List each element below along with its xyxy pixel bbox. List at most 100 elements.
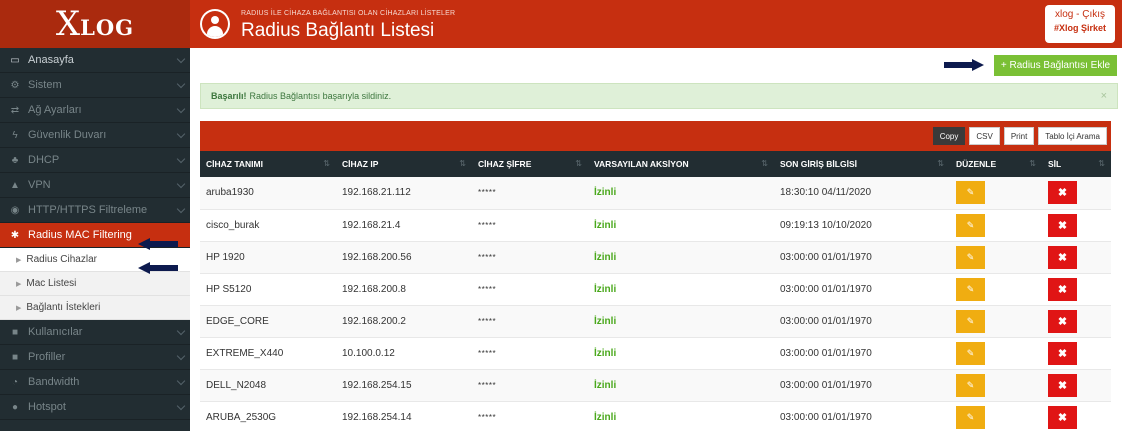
sidebar-item[interactable]: ◉ HTTP/HTTPS Filtreleme bbox=[0, 198, 190, 223]
column-header[interactable]: DÜZENLE ⇅ bbox=[950, 151, 1042, 177]
edit-icon[interactable]: ✎ bbox=[956, 277, 985, 301]
column-header[interactable]: CİHAZ ŞİFRE ⇅ bbox=[472, 151, 588, 177]
sidebar-item[interactable]: ● Hotspot bbox=[0, 395, 190, 420]
logout-link[interactable]: Çıkış bbox=[1082, 9, 1105, 20]
edit-icon[interactable]: ✎ bbox=[956, 341, 985, 365]
delete-icon[interactable]: ✖ bbox=[1048, 277, 1077, 301]
sidebar-subitem[interactable]: ▶ Bağlantı İstekleri bbox=[0, 296, 190, 320]
arrow-radius-mac bbox=[138, 238, 178, 250]
column-header-label: VARSAYILAN AKSİYON bbox=[594, 159, 689, 169]
edit-icon[interactable]: ✎ bbox=[956, 309, 985, 333]
table-tools: Copy CSV Print Tablo İçi Arama bbox=[929, 127, 1107, 145]
sidebar-subitem[interactable]: ▶ Mac Listesi bbox=[0, 272, 190, 296]
sort-icon[interactable]: ⇅ bbox=[937, 159, 944, 168]
sidebar-item-label: Kullanıcılar bbox=[28, 326, 83, 338]
logo-mark: X bbox=[55, 4, 81, 44]
sort-icon[interactable]: ⇅ bbox=[761, 159, 768, 168]
sidebar-item[interactable]: ■ Profiller bbox=[0, 345, 190, 370]
sort-icon[interactable]: ⇅ bbox=[575, 159, 582, 168]
chevron-down-icon bbox=[176, 129, 186, 139]
globe-icon: ● bbox=[11, 401, 19, 413]
sidebar-item-label: HTTP/HTTPS Filtreleme bbox=[28, 204, 148, 216]
edit-icon[interactable]: ✎ bbox=[956, 245, 985, 269]
edit-icon[interactable]: ✎ bbox=[956, 373, 985, 397]
cell-last-login: 03:00:00 01/01/1970 bbox=[780, 315, 872, 327]
radius-table: CİHAZ TANIMI ⇅ CİHAZ IP ⇅ CİHAZ ŞİFRE ⇅ VARSAY… bbox=[200, 151, 1111, 431]
sidebar-item-label: VPN bbox=[28, 179, 51, 191]
delete-icon[interactable]: ✖ bbox=[1048, 373, 1077, 397]
sidebar-item[interactable]: ◔ Bandwidth bbox=[0, 370, 190, 395]
cell-action: İzinli bbox=[594, 347, 617, 359]
cell-edit: ✎ bbox=[950, 401, 1042, 431]
cell-delete: ✖ bbox=[1042, 401, 1111, 431]
cell-password: ***** bbox=[478, 348, 497, 358]
edit-icon[interactable]: ✎ bbox=[956, 213, 985, 237]
column-header[interactable]: SON GİRİŞ BİLGİSİ ⇅ bbox=[774, 151, 950, 177]
sidebar-subitem-label: Mac Listesi bbox=[26, 278, 77, 289]
chevron-down-icon bbox=[176, 204, 186, 214]
cell-last-login: 03:00:00 01/01/1970 bbox=[780, 411, 872, 423]
sort-icon[interactable]: ⇅ bbox=[459, 159, 466, 168]
sidebar-item[interactable]: ϟ Güvenlik Duvarı bbox=[0, 123, 190, 148]
sidebar-item-label: Radius MAC Filtering bbox=[28, 229, 132, 241]
table-row: aruba1930 192.168.21.112 ***** İzinli 18:30:… bbox=[200, 177, 1111, 209]
sort-icon[interactable]: ⇅ bbox=[323, 159, 330, 168]
cell-edit: ✎ bbox=[950, 369, 1042, 401]
column-header[interactable]: SİL ⇅ bbox=[1042, 151, 1111, 177]
edit-icon[interactable]: ✎ bbox=[956, 405, 985, 429]
sidebar-item[interactable]: ⇄ Ağ Ayarları bbox=[0, 98, 190, 123]
cell-last-login: 03:00:00 01/01/1970 bbox=[780, 283, 872, 295]
alert-text: Radius Bağlantısı başarıyla sildiniz. bbox=[249, 91, 392, 101]
column-header[interactable]: VARSAYILAN AKSİYON ⇅ bbox=[588, 151, 774, 177]
cell-delete: ✖ bbox=[1042, 209, 1111, 241]
column-header-label: CİHAZ IP bbox=[342, 159, 379, 169]
copy-button[interactable]: Copy bbox=[932, 127, 966, 145]
table-header-row: CİHAZ TANIMI ⇅ CİHAZ IP ⇅ CİHAZ ŞİFRE ⇅ VARSAY… bbox=[200, 151, 1111, 177]
sidebar-item[interactable]: ▲ VPN bbox=[0, 173, 190, 198]
chevron-down-icon bbox=[176, 104, 186, 114]
delete-icon[interactable]: ✖ bbox=[1048, 341, 1077, 365]
delete-icon[interactable]: ✖ bbox=[1048, 245, 1077, 269]
delete-icon[interactable]: ✖ bbox=[1048, 405, 1077, 429]
cell-password: ***** bbox=[478, 188, 497, 198]
table-row: ARUBA_2530G 192.168.254.14 ***** İzinli 03:0… bbox=[200, 401, 1111, 431]
cell-edit: ✎ bbox=[950, 337, 1042, 369]
delete-icon[interactable]: ✖ bbox=[1048, 181, 1077, 205]
sidebar-subitem-label: Bağlantı İstekleri bbox=[26, 302, 101, 313]
table-row: cisco_burak 192.168.21.4 ***** İzinli 09:19:… bbox=[200, 209, 1111, 241]
csv-button[interactable]: CSV bbox=[969, 127, 1000, 145]
cell-ip: 10.100.0.12 bbox=[342, 347, 395, 359]
column-header[interactable]: CİHAZ IP ⇅ bbox=[336, 151, 472, 177]
cell-delete: ✖ bbox=[1042, 337, 1111, 369]
cell-delete: ✖ bbox=[1042, 369, 1111, 401]
column-header[interactable]: CİHAZ TANIMI ⇅ bbox=[200, 151, 336, 177]
page-subtitle: RADIUS İLE CİHAZA BAĞLANTISI OLAN CİHAZL… bbox=[241, 10, 456, 17]
delete-icon[interactable]: ✖ bbox=[1048, 309, 1077, 333]
sort-icon[interactable]: ⇅ bbox=[1098, 159, 1105, 168]
sidebar-item[interactable]: ⚙ Sistem bbox=[0, 73, 190, 98]
cell-last-login: 03:00:00 01/01/1970 bbox=[780, 347, 872, 359]
table-search-button[interactable]: Tablo İçi Arama bbox=[1038, 127, 1107, 145]
sidebar-item[interactable]: ♣ DHCP bbox=[0, 148, 190, 173]
print-button[interactable]: Print bbox=[1003, 127, 1035, 145]
username: xlog bbox=[1054, 9, 1074, 20]
cell-ip: 192.168.200.2 bbox=[342, 315, 406, 327]
logo[interactable]: X LOG bbox=[0, 0, 190, 48]
alert-strong: Başarılı! bbox=[211, 91, 247, 101]
sidebar-item[interactable]: ▭ Anasayfa bbox=[0, 48, 190, 73]
cell-name: DELL_N2048 bbox=[206, 379, 267, 391]
sitemap-icon: ♣ bbox=[11, 154, 19, 166]
sidebar-item[interactable]: ■ Kullanıcılar bbox=[0, 320, 190, 345]
sort-icon[interactable]: ⇅ bbox=[1029, 159, 1036, 168]
cell-delete: ✖ bbox=[1042, 177, 1111, 209]
add-radius-connection-button[interactable]: + Radius Bağlantısı Ekle bbox=[994, 55, 1117, 76]
sidebar-item-label: Bandwidth bbox=[28, 376, 80, 388]
table-row: DELL_N2048 192.168.254.15 ***** İzinli 03:00… bbox=[200, 369, 1111, 401]
edit-icon[interactable]: ✎ bbox=[956, 181, 985, 205]
cell-action: İzinli bbox=[594, 251, 617, 263]
cell-password: ***** bbox=[478, 284, 497, 294]
delete-icon[interactable]: ✖ bbox=[1048, 213, 1077, 237]
cell-password: ***** bbox=[478, 316, 497, 326]
close-icon[interactable]: × bbox=[1101, 90, 1107, 102]
cell-ip: 192.168.200.8 bbox=[342, 283, 406, 295]
